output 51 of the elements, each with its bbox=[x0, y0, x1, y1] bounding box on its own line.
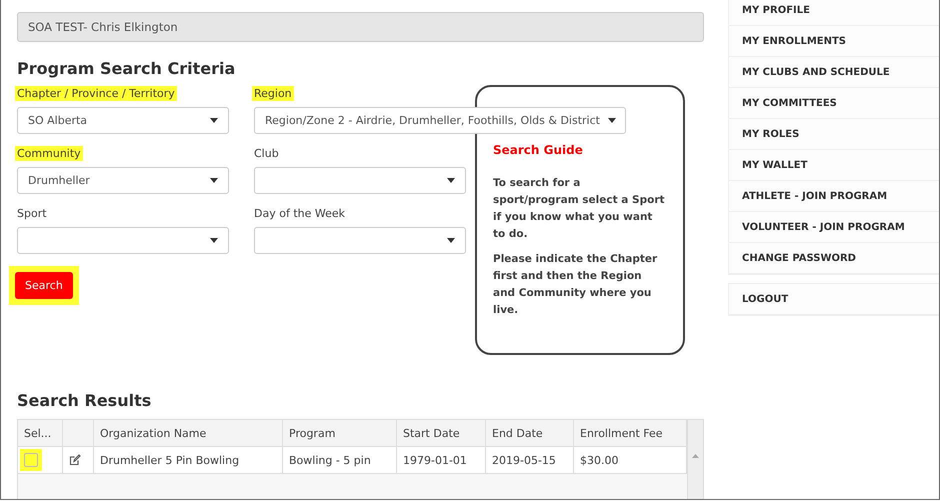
caret-icon bbox=[210, 118, 218, 123]
select-field[interactable] bbox=[254, 167, 466, 194]
menu-item[interactable]: CHANGE PASSWORD bbox=[729, 243, 939, 274]
column-header[interactable]: Program bbox=[283, 420, 397, 447]
caret-icon bbox=[447, 178, 455, 183]
menu-item[interactable]: MY CLUBS AND SCHEDULE bbox=[729, 57, 939, 88]
guide-text: Please indicate the Chapter first and then the Region and Community where you live. bbox=[493, 252, 658, 318]
field-label: Region bbox=[252, 86, 294, 101]
search-button[interactable]: Search bbox=[15, 272, 73, 299]
member-field[interactable]: SOA TEST- Chris Elkington bbox=[17, 12, 704, 42]
table-cell: 1979-01-01 bbox=[397, 447, 486, 474]
table-cell: $30.00 bbox=[574, 447, 687, 474]
table-cell: Drumheller 5 Pin Bowling bbox=[94, 447, 283, 474]
guide-text: To search for a sport/program select a Sport if you know what you want to do. bbox=[493, 176, 666, 242]
caret-icon bbox=[210, 238, 218, 243]
column-header[interactable]: Start Date bbox=[397, 420, 486, 447]
menu-item[interactable]: MY ROLES bbox=[729, 119, 939, 150]
field-label: Day of the Week bbox=[253, 206, 346, 221]
section-title: Search Results bbox=[17, 391, 152, 410]
field-label: Community bbox=[15, 146, 83, 161]
menu-item[interactable]: MY PROFILE bbox=[729, 0, 939, 26]
menu-item[interactable]: LOGOUT bbox=[729, 284, 939, 315]
select-field[interactable] bbox=[254, 227, 466, 254]
column-header[interactable]: Enrollment Fee bbox=[574, 420, 687, 447]
field-label: Sport bbox=[16, 206, 48, 221]
row-checkbox[interactable] bbox=[24, 453, 38, 467]
select-field[interactable]: SO Alberta bbox=[17, 107, 229, 134]
caret-icon bbox=[210, 178, 218, 183]
guide-title: Search Guide bbox=[493, 143, 584, 157]
table-cell: Bowling - 5 pin bbox=[283, 447, 397, 474]
select-field[interactable] bbox=[17, 227, 229, 254]
up-arrow-icon[interactable] bbox=[692, 454, 699, 458]
menu-item[interactable]: MY WALLET bbox=[729, 150, 939, 181]
select-field[interactable]: Region/Zone 2 - Airdrie, Drumheller, Foothills, Olds & District bbox=[254, 107, 626, 134]
field-label: Club bbox=[253, 146, 280, 161]
scrollbar[interactable] bbox=[687, 420, 703, 499]
menu-item[interactable]: MY ENROLLMENTS bbox=[729, 26, 939, 57]
edit-icon[interactable] bbox=[69, 454, 81, 466]
column-header[interactable] bbox=[63, 420, 94, 447]
menu-item[interactable]: ATHLETE - JOIN PROGRAM bbox=[729, 181, 939, 212]
column-header[interactable]: Sel... bbox=[18, 420, 63, 447]
menu-item[interactable]: MY COMMITTEES bbox=[729, 88, 939, 119]
caret-icon bbox=[447, 238, 455, 243]
section-title: Program Search Criteria bbox=[17, 59, 236, 78]
table-cell: 2019-05-15 bbox=[486, 447, 574, 474]
caret-icon bbox=[608, 118, 616, 123]
menu-item[interactable]: VOLUNTEER - JOIN PROGRAM bbox=[729, 212, 939, 243]
column-header[interactable]: End Date bbox=[486, 420, 574, 447]
column-header[interactable]: Organization Name bbox=[94, 420, 283, 447]
select-field[interactable]: Drumheller bbox=[17, 167, 229, 194]
field-label: Chapter / Province / Territory bbox=[15, 86, 177, 101]
